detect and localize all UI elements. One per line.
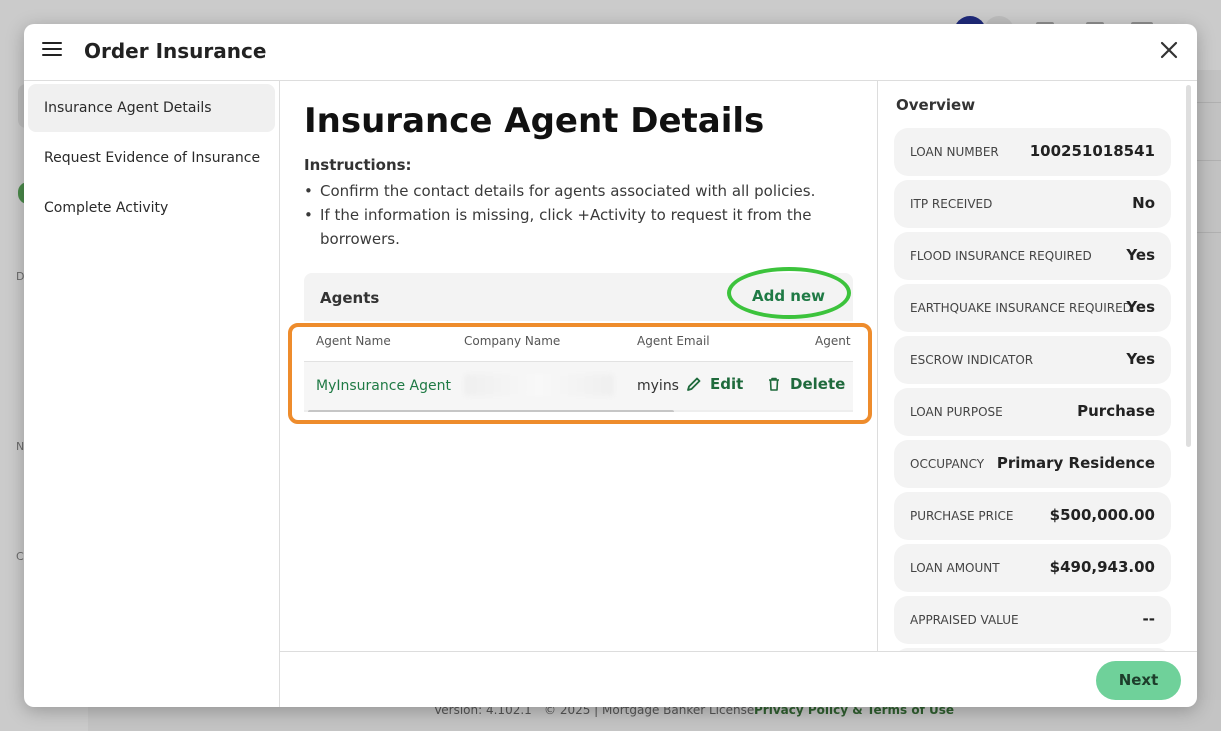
overview-value: Yes xyxy=(1126,350,1155,368)
overview-item-escrow-indicator: ESCROW INDICATOR Yes xyxy=(894,336,1171,384)
overview-value: $500,000.00 xyxy=(1049,506,1155,524)
bullet: • xyxy=(304,182,313,200)
overview-value: Primary Residence xyxy=(996,454,1155,472)
nav-item-insurance-agent-details[interactable]: Insurance Agent Details xyxy=(28,84,275,132)
background-right-panel xyxy=(1197,70,1221,700)
step-navigation: Insurance Agent Details Request Evidence… xyxy=(24,81,280,707)
overview-label: OCCUPANCY xyxy=(910,457,985,471)
instructions-title: Instructions: xyxy=(304,156,412,174)
overview-value: No xyxy=(1132,194,1155,212)
nav-item-label: Complete Activity xyxy=(44,200,169,216)
overview-scrollbar[interactable] xyxy=(1186,85,1191,447)
overview-label: LOAN AMOUNT xyxy=(910,561,1000,575)
overview-item-loan-purpose: LOAN PURPOSE Purchase xyxy=(894,388,1171,436)
modal-footer: Next xyxy=(280,651,1197,707)
overview-label: PURCHASE PRICE xyxy=(910,509,1014,523)
overview-label: LOAN NUMBER xyxy=(910,145,999,159)
overview-item-loan-number: LOAN NUMBER 100251018541 xyxy=(894,128,1171,176)
modal-title: Order Insurance xyxy=(84,39,267,63)
menu-icon[interactable] xyxy=(42,42,62,58)
agents-table-highlight-box xyxy=(288,323,872,424)
overview-item-occupancy: OCCUPANCY Primary Residence xyxy=(894,440,1171,488)
page-title: Insurance Agent Details xyxy=(304,101,765,141)
nav-item-label: Insurance Agent Details xyxy=(44,100,212,116)
background-divider xyxy=(1197,102,1221,103)
instruction-item: • If the information is missing, click +… xyxy=(304,203,844,251)
background-letter: N xyxy=(16,440,25,453)
agents-title: Agents xyxy=(320,289,380,307)
instruction-item: • Confirm the contact details for agents… xyxy=(304,179,844,203)
overview-item-flood-insurance: FLOOD INSURANCE REQUIRED Yes xyxy=(894,232,1171,280)
background-letter: C xyxy=(16,550,24,563)
overview-title: Overview xyxy=(896,96,976,114)
nav-item-request-evidence[interactable]: Request Evidence of Insurance xyxy=(28,134,275,182)
nav-item-complete-activity[interactable]: Complete Activity xyxy=(28,184,275,232)
add-new-highlight-ring xyxy=(727,267,851,319)
order-insurance-modal: Order Insurance Insurance Agent Details … xyxy=(24,24,1197,707)
overview-label: EARTHQUAKE INSURANCE REQUIRED xyxy=(910,301,1132,315)
overview-label: LOAN PURPOSE xyxy=(910,405,1003,419)
overview-value: Yes xyxy=(1126,298,1155,316)
overview-item-purchase-price: PURCHASE PRICE $500,000.00 xyxy=(894,492,1171,540)
next-button[interactable]: Next xyxy=(1096,661,1181,700)
modal-header: Order Insurance xyxy=(24,24,1197,81)
nav-item-label: Request Evidence of Insurance xyxy=(44,150,261,166)
instructions-list: • Confirm the contact details for agents… xyxy=(304,179,844,251)
overview-label: FLOOD INSURANCE REQUIRED xyxy=(910,249,1092,263)
overview-value: -- xyxy=(1142,610,1155,628)
instruction-text: If the information is missing, click +Ac… xyxy=(320,206,812,248)
bullet: • xyxy=(304,206,313,224)
close-icon[interactable] xyxy=(1157,38,1181,62)
overview-label: ESCROW INDICATOR xyxy=(910,353,1034,367)
overview-item-appraised-value: APPRAISED VALUE -- xyxy=(894,596,1171,644)
overview-value: Yes xyxy=(1126,246,1155,264)
overview-label: APPRAISED VALUE xyxy=(910,613,1019,627)
overview-value: Purchase xyxy=(1077,402,1155,420)
overview-item-itp-received: ITP RECEIVED No xyxy=(894,180,1171,228)
overview-item-loan-amount: LOAN AMOUNT $490,943.00 xyxy=(894,544,1171,592)
background-divider xyxy=(1197,232,1221,233)
background-divider xyxy=(1197,160,1221,161)
overview-value: $490,943.00 xyxy=(1049,558,1155,576)
overview-value: 100251018541 xyxy=(1029,142,1155,160)
overview-label: ITP RECEIVED xyxy=(910,197,993,211)
overview-panel: Overview LOAN NUMBER 100251018541 ITP RE… xyxy=(878,81,1197,651)
main-content: Insurance Agent Details Instructions: • … xyxy=(280,81,878,651)
instruction-text: Confirm the contact details for agents a… xyxy=(320,182,816,200)
overview-item-earthquake-insurance: EARTHQUAKE INSURANCE REQUIRED Yes xyxy=(894,284,1171,332)
